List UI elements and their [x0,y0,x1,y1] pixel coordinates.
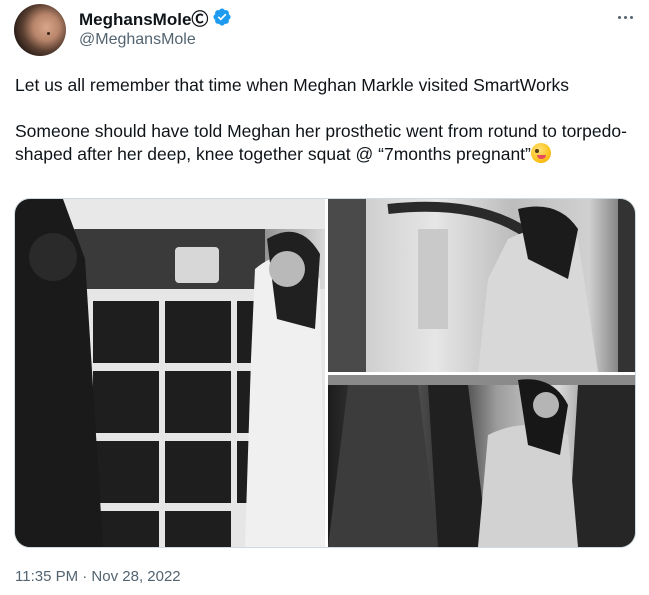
more-options-icon[interactable] [612,6,638,28]
photo-reaching-rack[interactable] [328,199,635,372]
photo-shelves-meeting[interactable] [15,199,325,547]
display-name[interactable]: MeghansMoleⒸ [79,5,208,30]
photo-shelves-meeting-illustration [15,199,325,547]
media-grid [14,198,636,548]
tweet-paragraph-1: Let us all remember that time when Megha… [15,75,570,95]
verified-badge-icon[interactable] [212,7,232,27]
avatar[interactable] [14,4,66,56]
tweet: MeghansMoleⒸ @MeghansMole Let us all rem… [0,0,649,595]
photo-browsing-clothes[interactable] [328,375,635,547]
tweet-paragraph-2: Someone should have told Meghan her pros… [15,120,635,166]
photo-reaching-rack-illustration [328,199,635,372]
author-name-row: MeghansMoleⒸ [79,5,232,30]
zany-face-emoji-icon [530,143,551,163]
tweet-text: Let us all remember that time when Megha… [15,74,635,189]
handle[interactable]: @MeghansMole [79,31,196,49]
photo-browsing-clothes-illustration [328,375,635,547]
timestamp[interactable]: 11:35 PM · Nov 28, 2022 [15,568,181,585]
